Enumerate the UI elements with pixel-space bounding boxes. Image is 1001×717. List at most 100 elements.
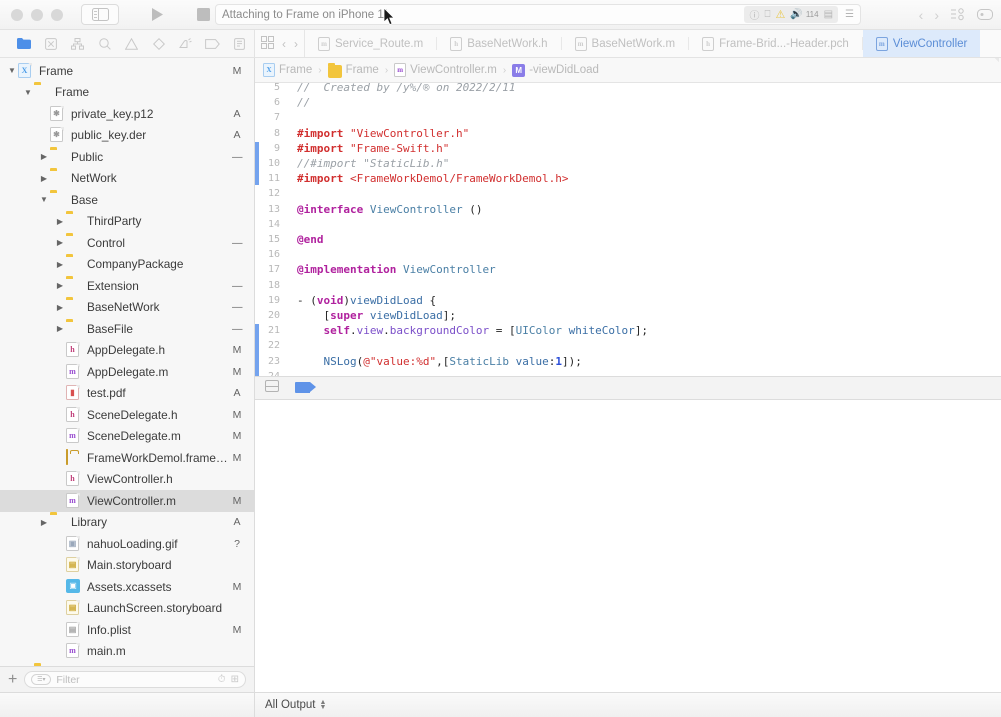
disclosure-triangle[interactable]: ▶ <box>54 217 66 226</box>
file-tree-row[interactable]: ▶ BaseFile — <box>0 318 254 340</box>
file-tree-row[interactable]: ▶▮ test.pdf A <box>0 383 254 405</box>
add-file-button[interactable]: + <box>8 671 17 688</box>
warning-triangle-icon[interactable]: ⚠ <box>775 8 785 21</box>
code-line[interactable]: 18 <box>255 278 1001 293</box>
code-line[interactable]: 16 <box>255 247 1001 262</box>
disclosure-triangle[interactable]: ▶ <box>54 324 66 333</box>
code-line[interactable]: 13 @interface ViewController () <box>255 202 1001 217</box>
disclosure-triangle[interactable]: ▶ <box>54 453 66 462</box>
disclosure-triangle[interactable]: ▶ <box>54 346 66 355</box>
source-editor[interactable]: 5 // Created by /y%/® on 2022/2/11 6 // 7 8 #i… <box>255 83 1001 376</box>
file-tree-row[interactable]: ▶✱ private_key.p12 A <box>0 103 254 125</box>
editor-tab[interactable]: h Frame-Brid...-Header.pch <box>689 30 862 57</box>
disclosure-triangle[interactable]: ▶ <box>54 647 66 656</box>
disclosure-triangle[interactable]: ▼ <box>38 195 50 204</box>
disclosure-triangle[interactable]: ▶ <box>54 561 66 570</box>
file-tree-row[interactable]: ▶▤ Main.storyboard <box>0 555 254 577</box>
disclosure-triangle[interactable]: ▶ <box>54 389 66 398</box>
scope-icon[interactable]: ⊞ <box>231 674 239 685</box>
code-line[interactable]: 10 //#import "StaticLib.h" <box>255 156 1001 171</box>
code-line[interactable]: 7 <box>255 110 1001 125</box>
jumpbar-item[interactable]: m ViewController.m <box>394 63 497 77</box>
disclosure-triangle[interactable]: ▶ <box>54 303 66 312</box>
code-line[interactable]: 8 #import "ViewController.h" <box>255 126 1001 141</box>
jumpbar-item[interactable]: Frame <box>327 62 379 78</box>
file-tree-row[interactable]: ▶ NetWork <box>0 168 254 190</box>
disclosure-triangle[interactable]: ▶ <box>54 475 66 484</box>
code-line[interactable]: 22 <box>255 338 1001 353</box>
code-line[interactable]: 21 self.view.backgroundColor = [UIColor … <box>255 323 1001 338</box>
disclosure-triangle[interactable]: ▶ <box>38 109 50 118</box>
file-tree-row[interactable]: ▶▣ nahuoLoading.gif? <box>0 533 254 555</box>
code-line[interactable]: 20 [super viewDidLoad]; <box>255 308 1001 323</box>
code-line[interactable]: 23 NSLog(@"value:%d",[StaticLib value:1]… <box>255 354 1001 369</box>
file-tree-row[interactable]: ▶ CompanyPackage <box>0 254 254 276</box>
editor-tab[interactable]: m ViewController <box>862 30 981 57</box>
project-navigator-icon[interactable] <box>10 34 37 54</box>
file-tree-row[interactable]: ▶m ViewController.m M <box>0 490 254 512</box>
code-line[interactable]: 19 - (void)viewDidLoad { <box>255 293 1001 308</box>
clock-icon[interactable]: ⏱ <box>218 674 226 685</box>
screen-icon[interactable]: ⎕ <box>764 9 770 20</box>
disclosure-triangle[interactable]: ▶ <box>54 260 66 269</box>
console-output[interactable] <box>255 399 1001 692</box>
filter-field[interactable]: ☰▾ Filter ⏱ ⊞ <box>24 671 246 688</box>
file-tree-row[interactable]: ▶ Extension — <box>0 275 254 297</box>
disclosure-triangle[interactable]: ▶ <box>54 582 66 591</box>
code-line[interactable]: 6 // <box>255 95 1001 110</box>
inspector-icon[interactable] <box>977 8 993 21</box>
back-chevron-icon[interactable]: ‹ <box>919 7 924 23</box>
source-control-navigator-icon[interactable] <box>37 34 64 54</box>
library-icon[interactable] <box>950 8 966 21</box>
file-tree-row[interactable]: ▶ Library A <box>0 512 254 534</box>
list-icon[interactable]: ☰ <box>845 9 854 20</box>
editor-tab[interactable]: m Service_Route.m <box>305 30 436 57</box>
speaker-icon[interactable]: 🔊 <box>790 9 802 20</box>
filter-scope-pill-icon[interactable]: ☰▾ <box>31 674 52 685</box>
code-line[interactable]: 17 @implementation ViewController <box>255 262 1001 277</box>
disclosure-triangle[interactable]: ▶ <box>54 625 66 634</box>
file-tree-row[interactable]: ▶h ViewController.h <box>0 469 254 491</box>
jump-bar[interactable]: X Frame › Frame › m ViewController.m › M -viewDid… <box>255 58 1001 83</box>
forward-chevron-icon[interactable]: › <box>934 7 939 23</box>
file-tree-row[interactable]: ▶m main.m <box>0 641 254 663</box>
breakpoint-navigator-icon[interactable] <box>199 34 226 54</box>
file-tree-row[interactable]: ▶ Public — <box>0 146 254 168</box>
disclosure-triangle[interactable]: ▶ <box>54 496 66 505</box>
debug-navigator-icon[interactable] <box>172 34 199 54</box>
prev-tab-chevron-icon[interactable]: ‹ <box>282 37 286 51</box>
run-button[interactable] <box>135 4 179 25</box>
close-button[interactable] <box>11 8 23 21</box>
grid-icon[interactable] <box>261 35 274 52</box>
disclosure-triangle[interactable]: ▶ <box>54 238 66 247</box>
editor-tab[interactable]: m BaseNetWork.m <box>562 30 689 57</box>
jumpbar-item[interactable]: M -viewDidLoad <box>512 63 599 77</box>
disclosure-triangle[interactable]: ▶ <box>38 152 50 161</box>
file-tree-row[interactable]: ▶ FrameWorkDemol.frameworkM <box>0 447 254 469</box>
code-line[interactable]: 12 <box>255 186 1001 201</box>
zoom-button[interactable] <box>51 8 63 21</box>
code-line[interactable]: 14 <box>255 217 1001 232</box>
file-tree-row[interactable]: ▶▣ Assets.xcassets M <box>0 576 254 598</box>
file-tree-row[interactable]: ▶m SceneDelegate.m M <box>0 426 254 448</box>
output-filter-label[interactable]: All Output <box>265 699 316 711</box>
file-tree-row[interactable]: ▶h AppDelegate.h M <box>0 340 254 362</box>
report-navigator-icon[interactable] <box>226 34 253 54</box>
file-tree-row[interactable]: ▶▤ LaunchScreen.storyboard <box>0 598 254 620</box>
issue-navigator-icon[interactable] <box>118 34 145 54</box>
panel-icon[interactable]: ▤ <box>824 9 833 20</box>
file-tree-row[interactable]: ▼ Base <box>0 189 254 211</box>
next-tab-chevron-icon[interactable]: › <box>294 37 298 51</box>
disclosure-triangle[interactable]: ▶ <box>54 539 66 548</box>
breakpoint-flag-icon[interactable] <box>295 382 316 393</box>
disclosure-triangle[interactable]: ▶ <box>38 131 50 140</box>
toggle-navigator-button[interactable] <box>81 4 119 25</box>
file-tree-row[interactable]: ▶FrameTests <box>0 662 254 667</box>
code-line[interactable]: 24 <box>255 369 1001 376</box>
code-line[interactable]: 9 #import "Frame-Swift.h" <box>255 141 1001 156</box>
file-tree[interactable]: ▼XFrameM▼Frame▶✱private_key.p12A▶✱public… <box>0 58 254 666</box>
disclosure-triangle[interactable]: ▶ <box>54 281 66 290</box>
disclosure-triangle[interactable]: ▶ <box>54 410 66 419</box>
disclosure-triangle[interactable]: ▶ <box>54 367 66 376</box>
disclosure-triangle[interactable]: ▼ <box>6 66 18 75</box>
